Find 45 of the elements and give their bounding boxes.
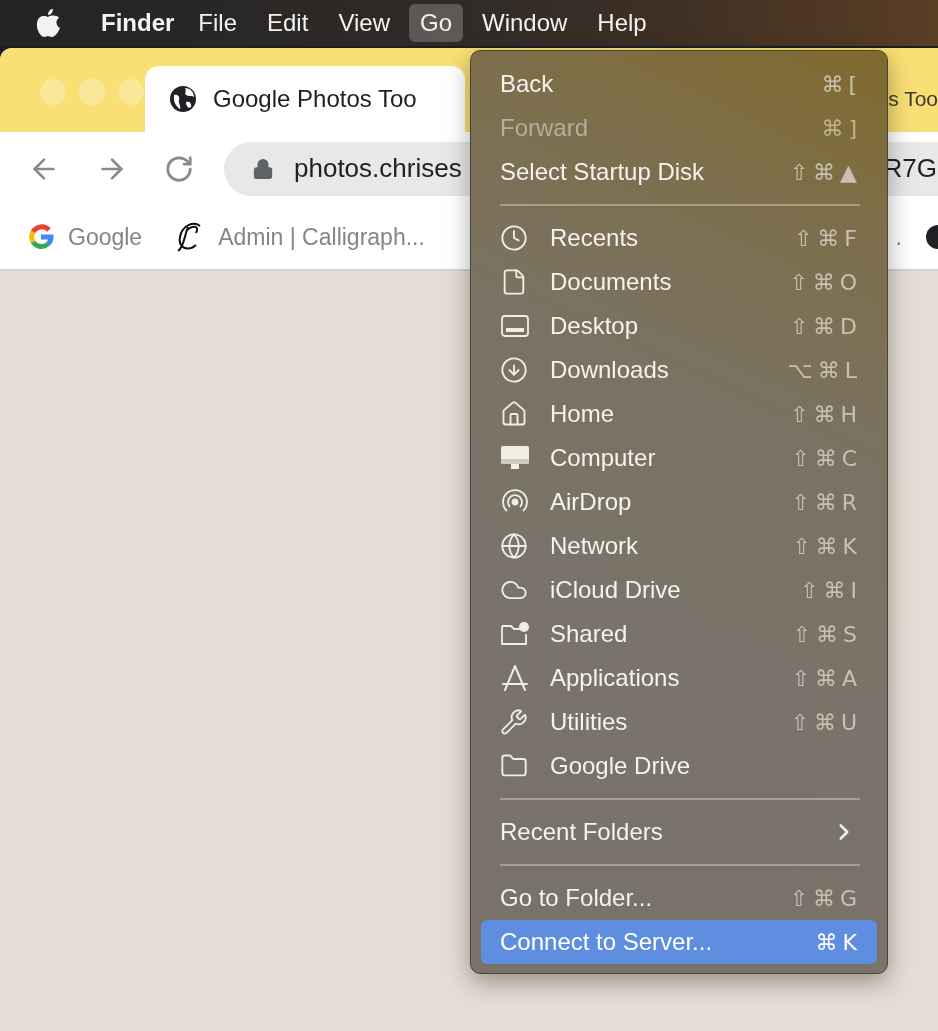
apple-icon	[35, 8, 61, 38]
menu-item[interactable]: Select Startup Disk ⇧⌘▲	[481, 150, 877, 194]
menu-item[interactable]: Go to Folder... ⇧⌘G	[481, 876, 877, 920]
bookmark-icon	[926, 225, 938, 249]
menu-item[interactable]: Utilities ⇧⌘U	[481, 700, 877, 744]
browser-tab[interactable]: s Too	[888, 66, 938, 132]
browser-tab[interactable]: Google Photos Too	[145, 66, 465, 132]
compass-a-icon	[500, 663, 530, 693]
bookmark-link[interactable]: Admin | Calligraph...	[218, 223, 425, 251]
menu-item[interactable]: Back ⌘[	[481, 62, 877, 106]
app-name[interactable]: Finder	[101, 9, 175, 37]
shared-folder-icon	[500, 620, 530, 648]
menu-item[interactable]: Recents ⇧⌘F	[481, 216, 877, 260]
menu-item[interactable]: Shared ⇧⌘S	[481, 612, 877, 656]
wrench-icon	[500, 708, 528, 736]
bookmark-link[interactable]: .	[895, 223, 902, 251]
menu-title[interactable]: File	[187, 4, 248, 42]
clock-icon	[500, 224, 528, 252]
menu-item[interactable]: iCloud Drive ⇧⌘I	[481, 568, 877, 612]
globe-icon	[169, 85, 197, 113]
menu-item[interactable]: Applications ⇧⌘A	[481, 656, 877, 700]
bookmark-link[interactable]: Google	[68, 223, 143, 251]
menu-item[interactable]: Computer ⇧⌘C	[481, 436, 877, 480]
menu-item[interactable]: Downloads ⌥⌘L	[481, 348, 877, 392]
google-g-icon	[28, 224, 54, 250]
menu-item[interactable]: AirDrop ⇧⌘R	[481, 480, 877, 524]
menu-title[interactable]: Go	[408, 4, 463, 42]
menu-item[interactable]: Documents ⇧⌘O	[481, 260, 877, 304]
menu-title[interactable]: Window	[471, 4, 579, 42]
menu-item[interactable]: Network ⇧⌘K	[481, 524, 877, 568]
globe-icon	[500, 532, 528, 560]
menu-title[interactable]: View	[327, 4, 401, 42]
monitor-icon	[500, 444, 530, 472]
home-icon	[500, 400, 528, 428]
menu-title[interactable]: Edit	[256, 4, 320, 42]
desktop-icon	[500, 313, 530, 339]
menu-item[interactable]: Recent Folders	[481, 810, 877, 854]
reload-icon[interactable]	[164, 153, 194, 184]
menu-item[interactable]: Google Drive	[481, 744, 877, 788]
menu-title[interactable]: Help	[586, 4, 658, 42]
menu-item[interactable]: Desktop ⇧⌘D	[481, 304, 877, 348]
menu-item[interactable]: Home ⇧⌘H	[481, 392, 877, 436]
download-icon	[500, 356, 528, 384]
lock-icon	[252, 157, 274, 180]
menu-item[interactable]: Connect to Server... ⌘K	[481, 920, 877, 964]
